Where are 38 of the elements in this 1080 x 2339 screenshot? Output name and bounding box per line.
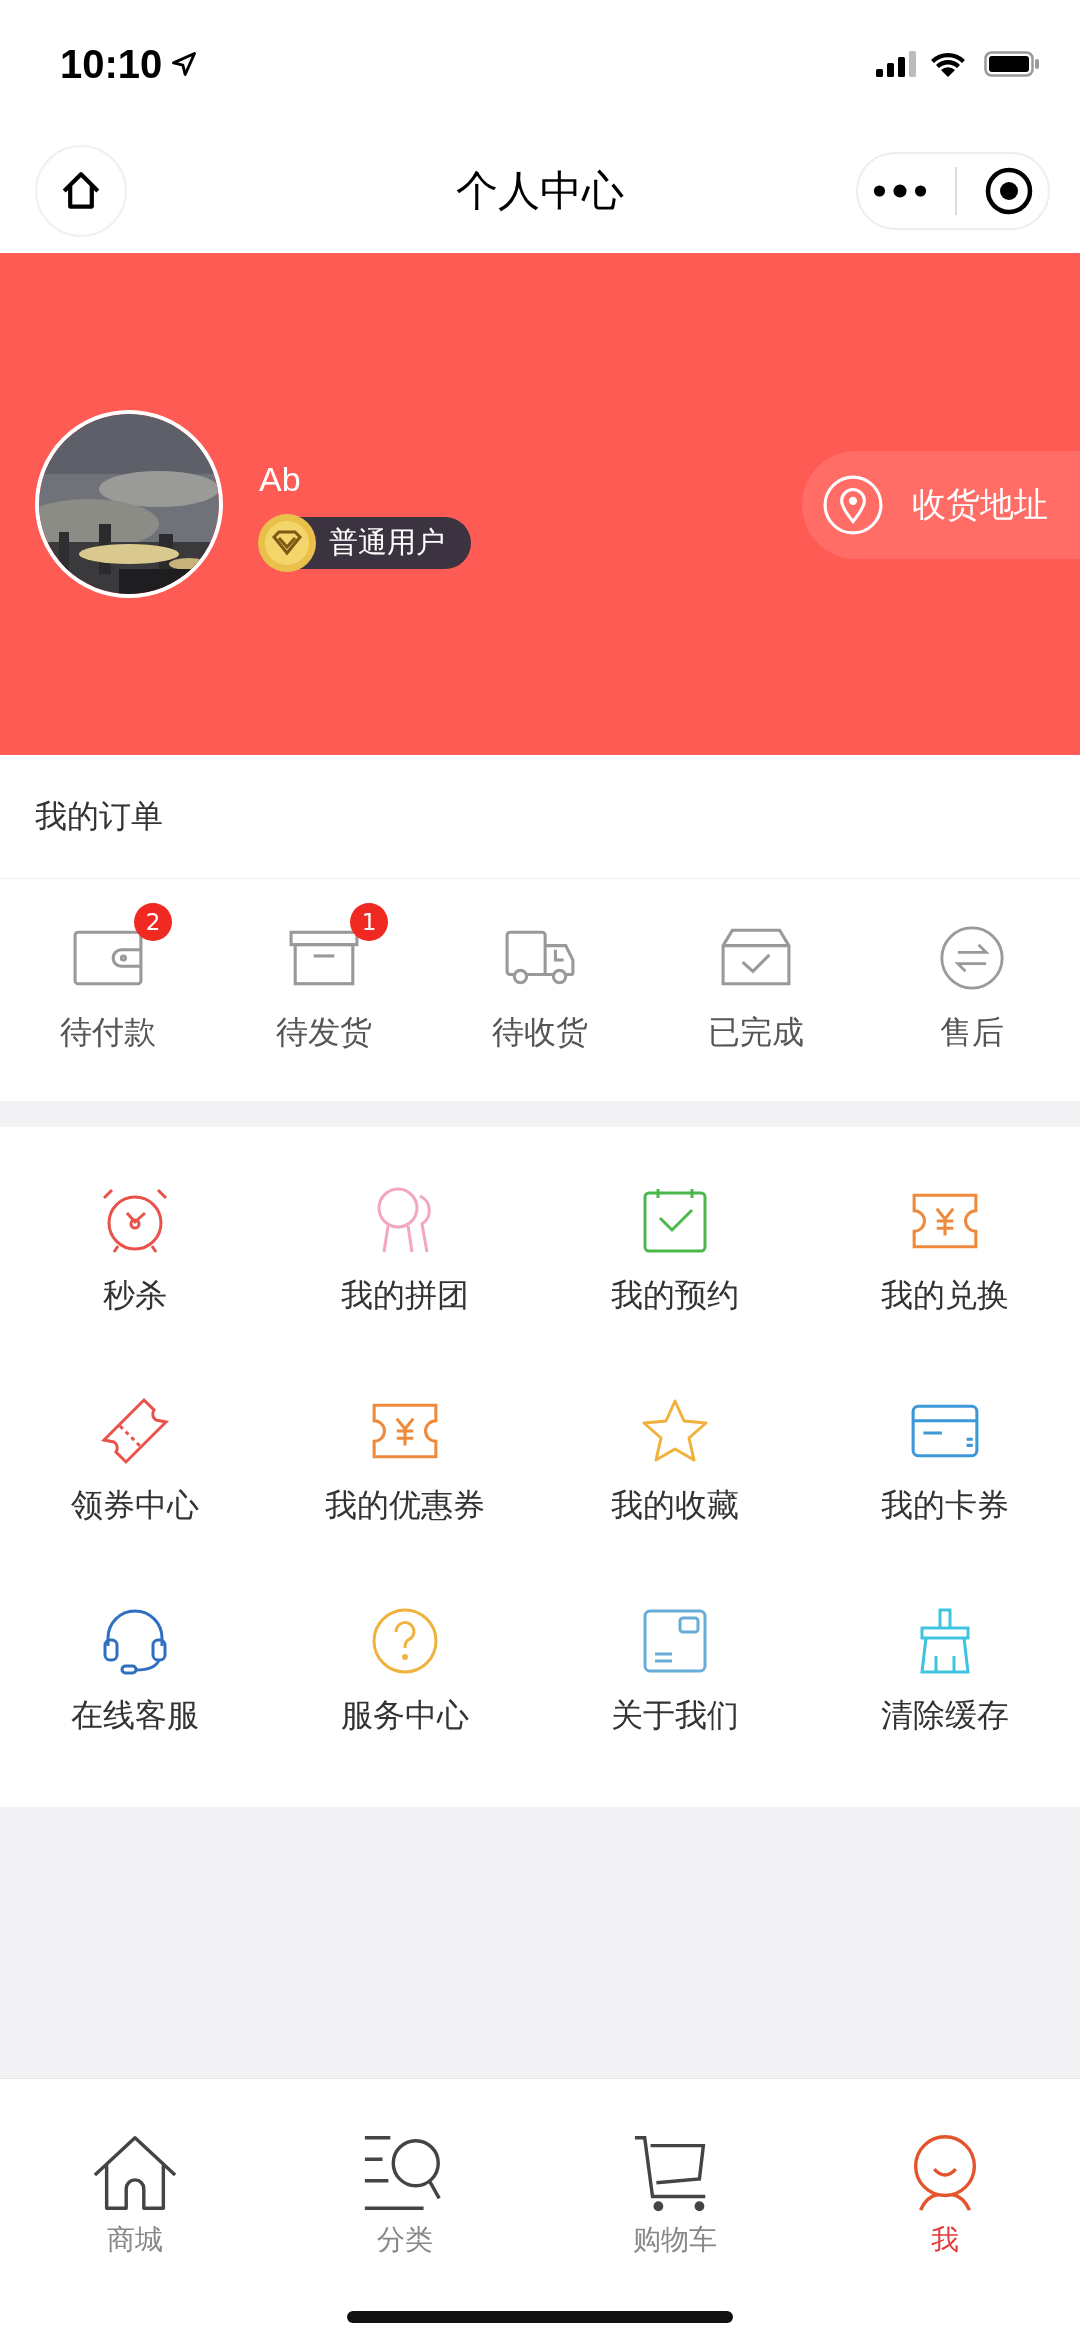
service-item[interactable]: 清除缓存 <box>810 1567 1080 1777</box>
ticket-icon <box>99 1396 171 1466</box>
member-level: 普通用户 <box>329 523 445 561</box>
tab-item[interactable]: 分类 <box>270 2079 540 2259</box>
user-name: Ab <box>259 459 301 499</box>
service-item[interactable]: 我的卡券 <box>810 1357 1080 1567</box>
tab-item[interactable]: 购物车 <box>540 2079 810 2259</box>
service-item[interactable]: 我的拼团 <box>270 1147 540 1357</box>
tab-item[interactable]: 我 <box>810 2079 1080 2259</box>
service-item[interactable]: 领券中心 <box>0 1357 270 1567</box>
order-status-item[interactable]: 售后 <box>864 879 1080 1101</box>
order-status-item[interactable]: 已完成 <box>648 879 864 1101</box>
order-status-item[interactable]: 1 待发货 <box>216 879 432 1101</box>
location-arrow-icon <box>170 50 199 78</box>
clock-time: 10:10 <box>60 41 163 87</box>
count-badge: 1 <box>350 903 388 941</box>
service-item[interactable]: 在线客服 <box>0 1567 270 1777</box>
page-title: 个人中心 <box>456 164 624 217</box>
more-icon[interactable] <box>871 182 928 199</box>
tab-item[interactable]: 商城 <box>0 2079 270 2259</box>
battery-icon <box>984 51 1040 77</box>
service-item[interactable]: 我的优惠券 <box>270 1357 540 1567</box>
count-badge: 2 <box>134 903 172 941</box>
order-status-item[interactable]: 2 待付款 <box>0 879 216 1101</box>
service-item[interactable]: 我的收藏 <box>540 1357 810 1567</box>
section-title: 我的订单 <box>35 795 163 837</box>
location-pin-icon <box>822 474 884 536</box>
service-item[interactable]: 关于我们 <box>540 1567 810 1777</box>
close-icon[interactable] <box>984 165 1035 216</box>
service-item[interactable]: 秒杀 <box>0 1147 270 1357</box>
order-status-item[interactable]: 待收货 <box>432 879 648 1101</box>
service-item[interactable]: 我的兑换 <box>810 1147 1080 1357</box>
signal-icon <box>876 51 916 77</box>
service-item[interactable]: 我的预约 <box>540 1147 810 1357</box>
service-item[interactable]: 服务中心 <box>270 1567 540 1777</box>
house-icon <box>91 2133 179 2213</box>
wifi-icon <box>930 50 966 78</box>
medal-icon <box>257 512 317 573</box>
